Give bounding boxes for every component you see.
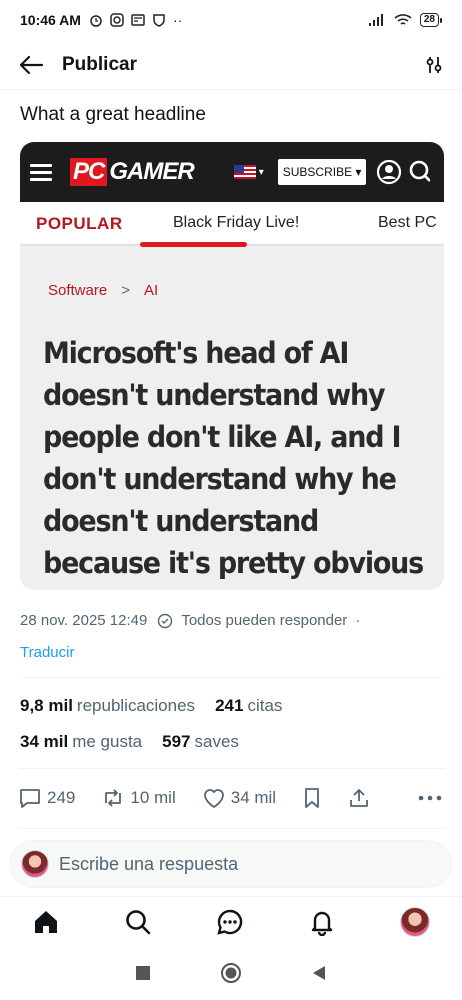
signal-icon: [368, 14, 383, 26]
home-circle-icon[interactable]: [220, 962, 242, 984]
bookmark-button[interactable]: [302, 787, 322, 809]
more-button[interactable]: [418, 794, 442, 802]
heart-icon: [203, 789, 224, 809]
more-notifications-icon: ··: [172, 12, 183, 28]
meta-separator: ·: [355, 612, 361, 629]
article-headline: Microsoft's head of AI doesn't understan…: [43, 336, 424, 580]
like-button[interactable]: 34 mil: [202, 787, 276, 809]
saves-stat[interactable]: 597 saves: [162, 732, 239, 752]
divider: [20, 768, 444, 769]
image-search-icon: [410, 160, 431, 182]
post-text: What a great headline: [20, 104, 206, 125]
share-button[interactable]: [348, 787, 370, 809]
bell-icon[interactable]: [308, 908, 336, 936]
news-icon: [131, 14, 145, 26]
likes-stat[interactable]: 34 mil me gusta: [20, 732, 142, 752]
status-time: 10:46 AM: [20, 12, 81, 28]
account-icon: [377, 159, 402, 185]
post-meta: 28 nov. 2025 12:49 Todos pueden responde…: [20, 612, 360, 629]
stats-row-1: 9,8 mil republicaciones 241 citas: [20, 696, 282, 716]
reply-input[interactable]: Escribe una respuesta: [10, 840, 452, 888]
filter-icon[interactable]: [424, 55, 444, 75]
reply-setting-icon: [158, 613, 173, 628]
quotes-stat[interactable]: 241 citas: [215, 696, 282, 716]
shield-app-icon: [153, 14, 165, 27]
page-title: Publicar: [62, 53, 137, 75]
share-icon: [350, 789, 368, 807]
translate-link[interactable]: Traducir: [20, 644, 74, 661]
back-triangle-icon[interactable]: [311, 965, 327, 981]
recents-icon[interactable]: [135, 965, 151, 981]
tab-indicator: [140, 242, 247, 247]
battery-icon: 28: [419, 13, 442, 27]
reply-setting: Todos pueden responder: [181, 612, 348, 629]
reply-button[interactable]: 249: [18, 787, 75, 809]
avatar: [21, 850, 49, 878]
post-image[interactable]: PC GAMER ▾ SUBSCRIBE ▾ POPULAR Black Frid…: [20, 142, 444, 590]
more-icon: [418, 795, 442, 801]
us-flag-icon: ▾: [233, 165, 264, 179]
tab-best-pc: Best PC: [378, 214, 437, 231]
divider: [20, 828, 444, 829]
hamburger-menu-icon: [30, 160, 52, 185]
repost-button[interactable]: 10 mil: [101, 787, 176, 809]
alarm-icon: [90, 15, 102, 27]
wifi-icon: [394, 14, 412, 25]
reposts-stat[interactable]: 9,8 mil republicaciones: [20, 696, 195, 716]
back-arrow-icon[interactable]: [18, 54, 44, 76]
pcgamer-tabs: POPULAR Black Friday Live! Best PC: [20, 202, 444, 247]
profile-avatar[interactable]: [400, 906, 430, 937]
system-nav-bar: [0, 946, 462, 1000]
top-bar: Publicar: [0, 40, 462, 90]
pcgamer-header: PC GAMER ▾ SUBSCRIBE ▾: [20, 142, 444, 202]
comment-icon: [20, 789, 40, 808]
messages-icon[interactable]: [216, 908, 244, 936]
repost-icon: [105, 789, 122, 807]
action-bar: 249 10 mil 34 mil: [18, 784, 442, 812]
search-icon[interactable]: [124, 908, 152, 936]
post-date: 28 nov. 2025 12:49: [20, 612, 148, 629]
status-bar: 10:46 AM ·· 28: [0, 0, 462, 40]
reply-placeholder: Escribe una respuesta: [59, 853, 239, 874]
tab-popular: POPULAR: [36, 214, 123, 233]
pcgamer-logo: PC GAMER: [70, 158, 195, 186]
breadcrumb: Software > AI: [48, 282, 159, 299]
divider: [20, 677, 444, 678]
instagram-icon: [110, 13, 124, 27]
home-icon[interactable]: [32, 908, 60, 936]
bookmark-icon: [305, 788, 319, 808]
stats-row-2: 34 mil me gusta 597 saves: [20, 732, 239, 752]
bottom-nav: [0, 896, 462, 946]
status-notification-icons: ··: [89, 12, 182, 28]
subscribe-button: SUBSCRIBE ▾: [277, 159, 367, 185]
tab-black-friday: Black Friday Live!: [173, 214, 300, 231]
